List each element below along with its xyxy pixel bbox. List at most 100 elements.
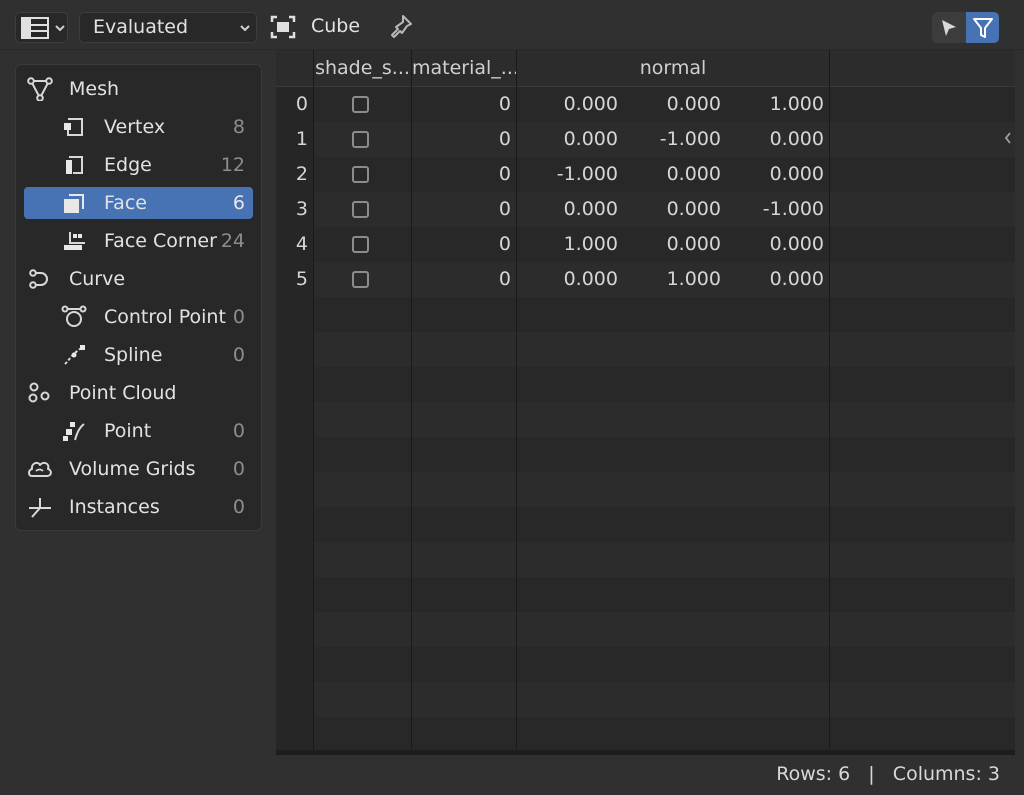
edge-icon (66, 156, 83, 174)
normal-x-cell: 0.000 (563, 198, 618, 220)
control-point-icon (61, 305, 87, 327)
row-stripe (276, 717, 1015, 750)
tree-item-edge[interactable]: Edge 12 (24, 149, 253, 181)
tree-item-control-point[interactable]: Control Point 0 (24, 301, 253, 333)
row-index: 0 (295, 93, 308, 115)
chevron-down-icon (240, 25, 250, 32)
tree-item-label: Curve (69, 268, 126, 290)
shade-smooth-checkbox[interactable] (352, 271, 369, 288)
tree-item-count: 12 (220, 154, 245, 176)
row-stripe (276, 682, 1015, 717)
normal-y-cell: 0.000 (666, 163, 721, 185)
row-stripe (276, 437, 1015, 472)
table-row: 2 0 -1.000 0.000 0.000 (276, 157, 1015, 192)
index-column-header (276, 50, 313, 87)
tree-item-spline[interactable]: Spline 0 (24, 339, 253, 371)
normal-x-cell: -1.000 (556, 163, 618, 185)
tree-item-count: 0 (232, 344, 245, 366)
right-edge (1015, 50, 1024, 755)
table-row: 3 0 0.000 0.000 -1.000 (276, 192, 1015, 227)
tree-item-vertex[interactable]: Vertex 8 (24, 111, 253, 143)
volume-icon (28, 461, 52, 477)
tree-item-volume-grids[interactable]: Volume Grids 0 (24, 453, 253, 485)
tree-item-label: Point (104, 420, 152, 442)
row-index: 3 (295, 198, 308, 220)
tree-item-label: Edge (104, 154, 152, 176)
spreadsheet-icon (21, 17, 49, 39)
table-row: 4 0 1.000 0.000 0.000 (276, 227, 1015, 262)
object-name: Cube (311, 15, 361, 37)
normal-y-cell: -1.000 (659, 128, 721, 150)
column-header-shade-smooth[interactable]: shade_s... (314, 50, 411, 87)
row-stripe (276, 402, 1015, 437)
material-index-cell: 0 (498, 233, 511, 255)
chevron-left-icon[interactable] (1003, 130, 1013, 146)
evaluation-mode-label: Evaluated (93, 16, 189, 38)
column-header-normal[interactable]: normal (517, 50, 829, 87)
tree-item-curve[interactable]: Curve (24, 263, 253, 295)
status-text: Rows: 6 | Columns: 3 (776, 763, 1000, 785)
shade-smooth-checkbox[interactable] (352, 131, 369, 148)
shade-smooth-checkbox[interactable] (352, 96, 369, 113)
tree-item-instances[interactable]: Instances 0 (24, 491, 253, 523)
tree-item-face-corner[interactable]: Face Corner 24 (24, 225, 253, 257)
normal-y-cell: 1.000 (666, 268, 721, 290)
selected-only-toggle[interactable] (932, 12, 966, 43)
tree-item-label: Volume Grids (69, 458, 196, 480)
table-row: 0 0 0.000 0.000 1.000 (276, 87, 1015, 122)
material-index-cell: 0 (498, 198, 511, 220)
normal-x-cell: 0.000 (563, 128, 618, 150)
object-bounds-icon (270, 15, 296, 39)
cursor-arrow-icon (942, 20, 956, 36)
normal-z-cell: -1.000 (762, 198, 824, 220)
column-header-material-index[interactable]: material_... (412, 50, 516, 87)
tree-item-label: Instances (69, 496, 160, 518)
row-stripe (276, 542, 1015, 577)
row-index: 4 (295, 233, 308, 255)
normal-z-cell: 0.000 (769, 233, 824, 255)
material-index-cell: 0 (498, 163, 511, 185)
pin-icon[interactable] (388, 13, 414, 41)
status-bar: Rows: 6 | Columns: 3 (0, 755, 1024, 795)
tree-item-count: 0 (232, 496, 245, 518)
row-stripe (276, 472, 1015, 507)
tree-item-mesh[interactable]: Mesh (24, 73, 253, 105)
filter-toggle[interactable] (966, 12, 999, 43)
tree-item-count: 6 (232, 192, 245, 214)
row-index: 2 (295, 163, 308, 185)
empty-column-header (830, 50, 1015, 87)
row-stripe (276, 367, 1015, 402)
normal-z-cell: 0.000 (769, 163, 824, 185)
column-header-label: material_... (412, 57, 516, 79)
mesh-icon (27, 77, 53, 101)
shade-smooth-checkbox[interactable] (352, 166, 369, 183)
tree-item-label: Mesh (69, 78, 120, 100)
data-set-tree: Mesh Vertex 8 Edge 12 Face 6 Face Corner… (15, 64, 262, 531)
material-index-cell: 0 (498, 128, 511, 150)
editor-type-selector[interactable] (15, 12, 68, 43)
tree-item-count: 0 (232, 458, 245, 480)
header-bar: Evaluated Cube (0, 0, 1024, 50)
row-index: 1 (295, 128, 308, 150)
table-row: 1 0 0.000 -1.000 0.000 (276, 122, 1015, 157)
row-stripe (276, 507, 1015, 542)
face-corner-icon (64, 232, 85, 250)
shade-smooth-checkbox[interactable] (352, 236, 369, 253)
row-stripe (276, 297, 1015, 332)
tree-item-face[interactable]: Face 6 (24, 187, 253, 219)
normal-z-cell: 1.000 (769, 93, 824, 115)
tree-item-point-cloud[interactable]: Point Cloud (24, 377, 253, 409)
tree-item-label: Control Point (104, 306, 226, 328)
shade-smooth-checkbox[interactable] (352, 201, 369, 218)
tree-item-point[interactable]: Point 0 (24, 415, 253, 447)
normal-y-cell: 0.000 (666, 233, 721, 255)
normal-x-cell: 1.000 (563, 233, 618, 255)
evaluation-mode-dropdown[interactable]: Evaluated (79, 12, 257, 43)
point-cloud-icon (28, 382, 50, 403)
tree-item-count: 0 (232, 420, 245, 442)
column-header-label: normal (639, 57, 707, 79)
tree-item-label: Spline (104, 344, 163, 366)
tree-item-label: Point Cloud (69, 382, 177, 404)
normal-x-cell: 0.000 (563, 93, 618, 115)
normal-y-cell: 0.000 (666, 198, 721, 220)
